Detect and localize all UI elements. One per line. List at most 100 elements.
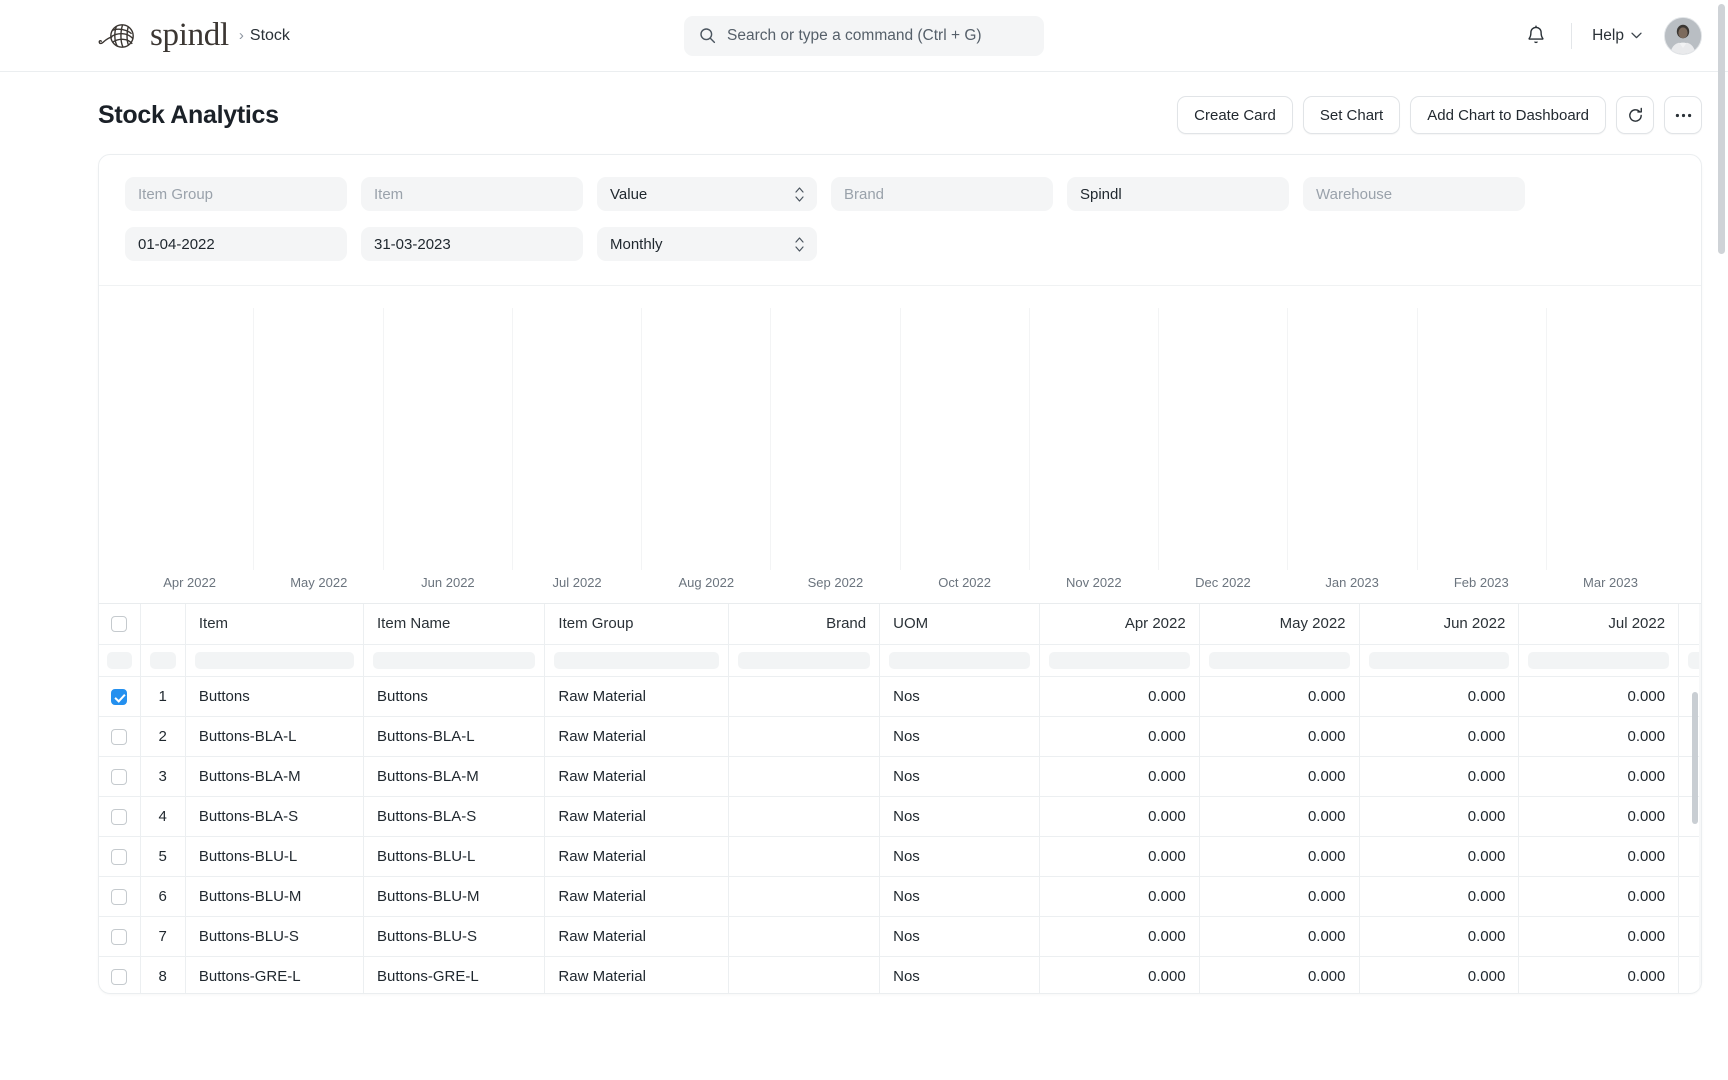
- cell-item-group: Raw Material: [544, 796, 729, 837]
- row-checkbox[interactable]: [111, 728, 128, 745]
- row-select-cell: [99, 676, 141, 717]
- item-group-header[interactable]: Item Group: [544, 604, 729, 645]
- filter-box[interactable]: [107, 651, 132, 669]
- avatar[interactable]: [1664, 16, 1702, 55]
- month-filter-box[interactable]: [1048, 651, 1190, 669]
- cell-item: Buttons-BLU-L: [185, 836, 365, 877]
- company-filter[interactable]: Spindl: [1067, 177, 1289, 211]
- row-checkbox[interactable]: [111, 968, 128, 985]
- uom-header[interactable]: UOM: [879, 604, 1040, 645]
- breadcrumb-stock[interactable]: Stock: [250, 27, 290, 45]
- table-row[interactable]: 2 Buttons-BLA-L Buttons-BLA-L Raw Material N…: [99, 716, 1701, 757]
- month-header[interactable]: Apr 2022: [1039, 604, 1200, 645]
- cell-brand: [728, 796, 881, 837]
- search-input[interactable]: Search or type a command (Ctrl + G): [684, 15, 1044, 56]
- cell-brand: [728, 756, 881, 797]
- row-index: 7: [140, 916, 186, 957]
- row-checkbox[interactable]: [111, 848, 128, 865]
- brand-header[interactable]: Brand: [728, 604, 881, 645]
- stock-chart: Apr 2022 May 2022 Jun 2022 Jul 2022 Aug 2022…: [99, 285, 1701, 603]
- stock-data-table: Item Item Name Item Group Brand UOM Apr …: [99, 603, 1701, 993]
- navbar-divider: [1571, 22, 1573, 49]
- table-row[interactable]: 3 Buttons-BLA-M Buttons-BLA-M Raw Material N…: [99, 756, 1701, 797]
- chart-gridline: [1159, 308, 1289, 570]
- select-all-checkbox[interactable]: [111, 616, 128, 633]
- month-filter-box[interactable]: [1368, 651, 1510, 669]
- cell-month-value: 0.000: [1039, 796, 1200, 837]
- month-filter-box[interactable]: [1208, 651, 1350, 669]
- cell-uom: Nos: [879, 876, 1040, 917]
- table-header-row: Item Item Name Item Group Brand UOM Apr …: [99, 604, 1701, 645]
- month-header[interactable]: Jul 2022: [1518, 604, 1680, 645]
- to-date-filter[interactable]: 31-03-2023: [361, 227, 583, 261]
- help-menu-button[interactable]: Help: [1588, 21, 1646, 51]
- filter-box[interactable]: [149, 651, 176, 669]
- item-header[interactable]: Item: [185, 604, 365, 645]
- month-header[interactable]: May 2022: [1199, 604, 1360, 645]
- search-icon: [700, 28, 716, 44]
- row-checkbox[interactable]: [111, 688, 128, 705]
- cell-month-value: 0.000: [1359, 876, 1520, 917]
- brand-home-link[interactable]: spindl: [98, 19, 229, 53]
- refresh-icon: [1628, 107, 1642, 122]
- ellipsis-icon: [1675, 113, 1691, 117]
- notifications-button[interactable]: [1517, 17, 1555, 55]
- row-checkbox[interactable]: [111, 808, 128, 825]
- add-chart-to-dashboard-button[interactable]: Add Chart to Dashboard: [1410, 96, 1606, 134]
- select-caret-icon: [795, 186, 804, 202]
- item-filter-box[interactable]: [194, 651, 355, 669]
- more-options-button[interactable]: [1664, 96, 1702, 134]
- item-group-filter-box[interactable]: [554, 651, 719, 669]
- brand-filter[interactable]: Brand: [831, 177, 1053, 211]
- row-select-cell: [99, 756, 141, 797]
- filter-cell-month: [1039, 644, 1200, 677]
- month-filter-box[interactable]: [1528, 651, 1670, 669]
- uom-filter-box[interactable]: [889, 651, 1030, 669]
- row-index: 2: [140, 716, 186, 757]
- table-vertical-scrollbar[interactable]: [1692, 692, 1698, 824]
- chart-gridline: [1288, 308, 1418, 570]
- table-row[interactable]: 8 Buttons-GRE-L Buttons-GRE-L Raw Material N…: [99, 956, 1701, 993]
- create-card-button[interactable]: Create Card: [1177, 96, 1293, 134]
- chart-x-axis: Apr 2022 May 2022 Jun 2022 Jul 2022 Aug 2022…: [125, 570, 1675, 604]
- avatar-photo-icon: [1665, 17, 1701, 54]
- cell-month-value: 0.000: [1678, 916, 1701, 957]
- cell-month-value: 0.000: [1359, 836, 1520, 877]
- month-header[interactable]: Aug 2022: [1678, 604, 1701, 645]
- item-filter[interactable]: Item: [361, 177, 583, 211]
- range-select[interactable]: Monthly: [597, 227, 817, 261]
- cell-brand: [728, 956, 881, 993]
- set-chart-button[interactable]: Set Chart: [1302, 96, 1401, 134]
- value-quantity-select[interactable]: Value: [597, 177, 817, 211]
- row-checkbox[interactable]: [111, 928, 128, 945]
- from-date-filter[interactable]: 01-04-2022: [125, 227, 347, 261]
- filter-cell-item-name: [363, 644, 546, 677]
- global-search: Search or type a command (Ctrl + G): [684, 15, 1044, 56]
- item-name-header[interactable]: Item Name: [363, 604, 546, 645]
- warehouse-filter[interactable]: Warehouse: [1303, 177, 1525, 211]
- page-vertical-scrollbar[interactable]: [1718, 4, 1725, 254]
- row-checkbox[interactable]: [111, 888, 128, 905]
- brand-filter-box[interactable]: [737, 651, 871, 669]
- table-row[interactable]: 5 Buttons-BLU-L Buttons-BLU-L Raw Material N…: [99, 836, 1701, 877]
- item-name-filter-box[interactable]: [373, 651, 536, 669]
- cell-item: Buttons-BLU-S: [185, 916, 365, 957]
- cell-item-name: Buttons: [363, 676, 546, 717]
- table-filter-row: [99, 644, 1701, 677]
- value-quantity-value: Value: [610, 185, 648, 203]
- table-row[interactable]: 6 Buttons-BLU-M Buttons-BLU-M Raw Material N…: [99, 876, 1701, 917]
- cell-uom: Nos: [879, 956, 1040, 993]
- x-axis-tick: Aug 2022: [678, 575, 735, 590]
- chevron-down-icon: [1631, 32, 1642, 39]
- filter-cell-item-group: [544, 644, 729, 677]
- cell-month-value: 0.000: [1518, 676, 1680, 717]
- table-row[interactable]: 7 Buttons-BLU-S Buttons-BLU-S Raw Material N…: [99, 916, 1701, 957]
- table-row[interactable]: 1 Buttons Buttons Raw Material Nos 0.000 0.000…: [99, 676, 1701, 717]
- cell-month-value: 0.000: [1199, 876, 1360, 917]
- item-group-filter[interactable]: Item Group: [125, 177, 347, 211]
- refresh-button[interactable]: [1616, 96, 1654, 134]
- table-row[interactable]: 4 Buttons-BLA-S Buttons-BLA-S Raw Material N…: [99, 796, 1701, 837]
- cell-month-value: 0.000: [1039, 756, 1200, 797]
- row-checkbox[interactable]: [111, 768, 128, 785]
- month-header[interactable]: Jun 2022: [1359, 604, 1520, 645]
